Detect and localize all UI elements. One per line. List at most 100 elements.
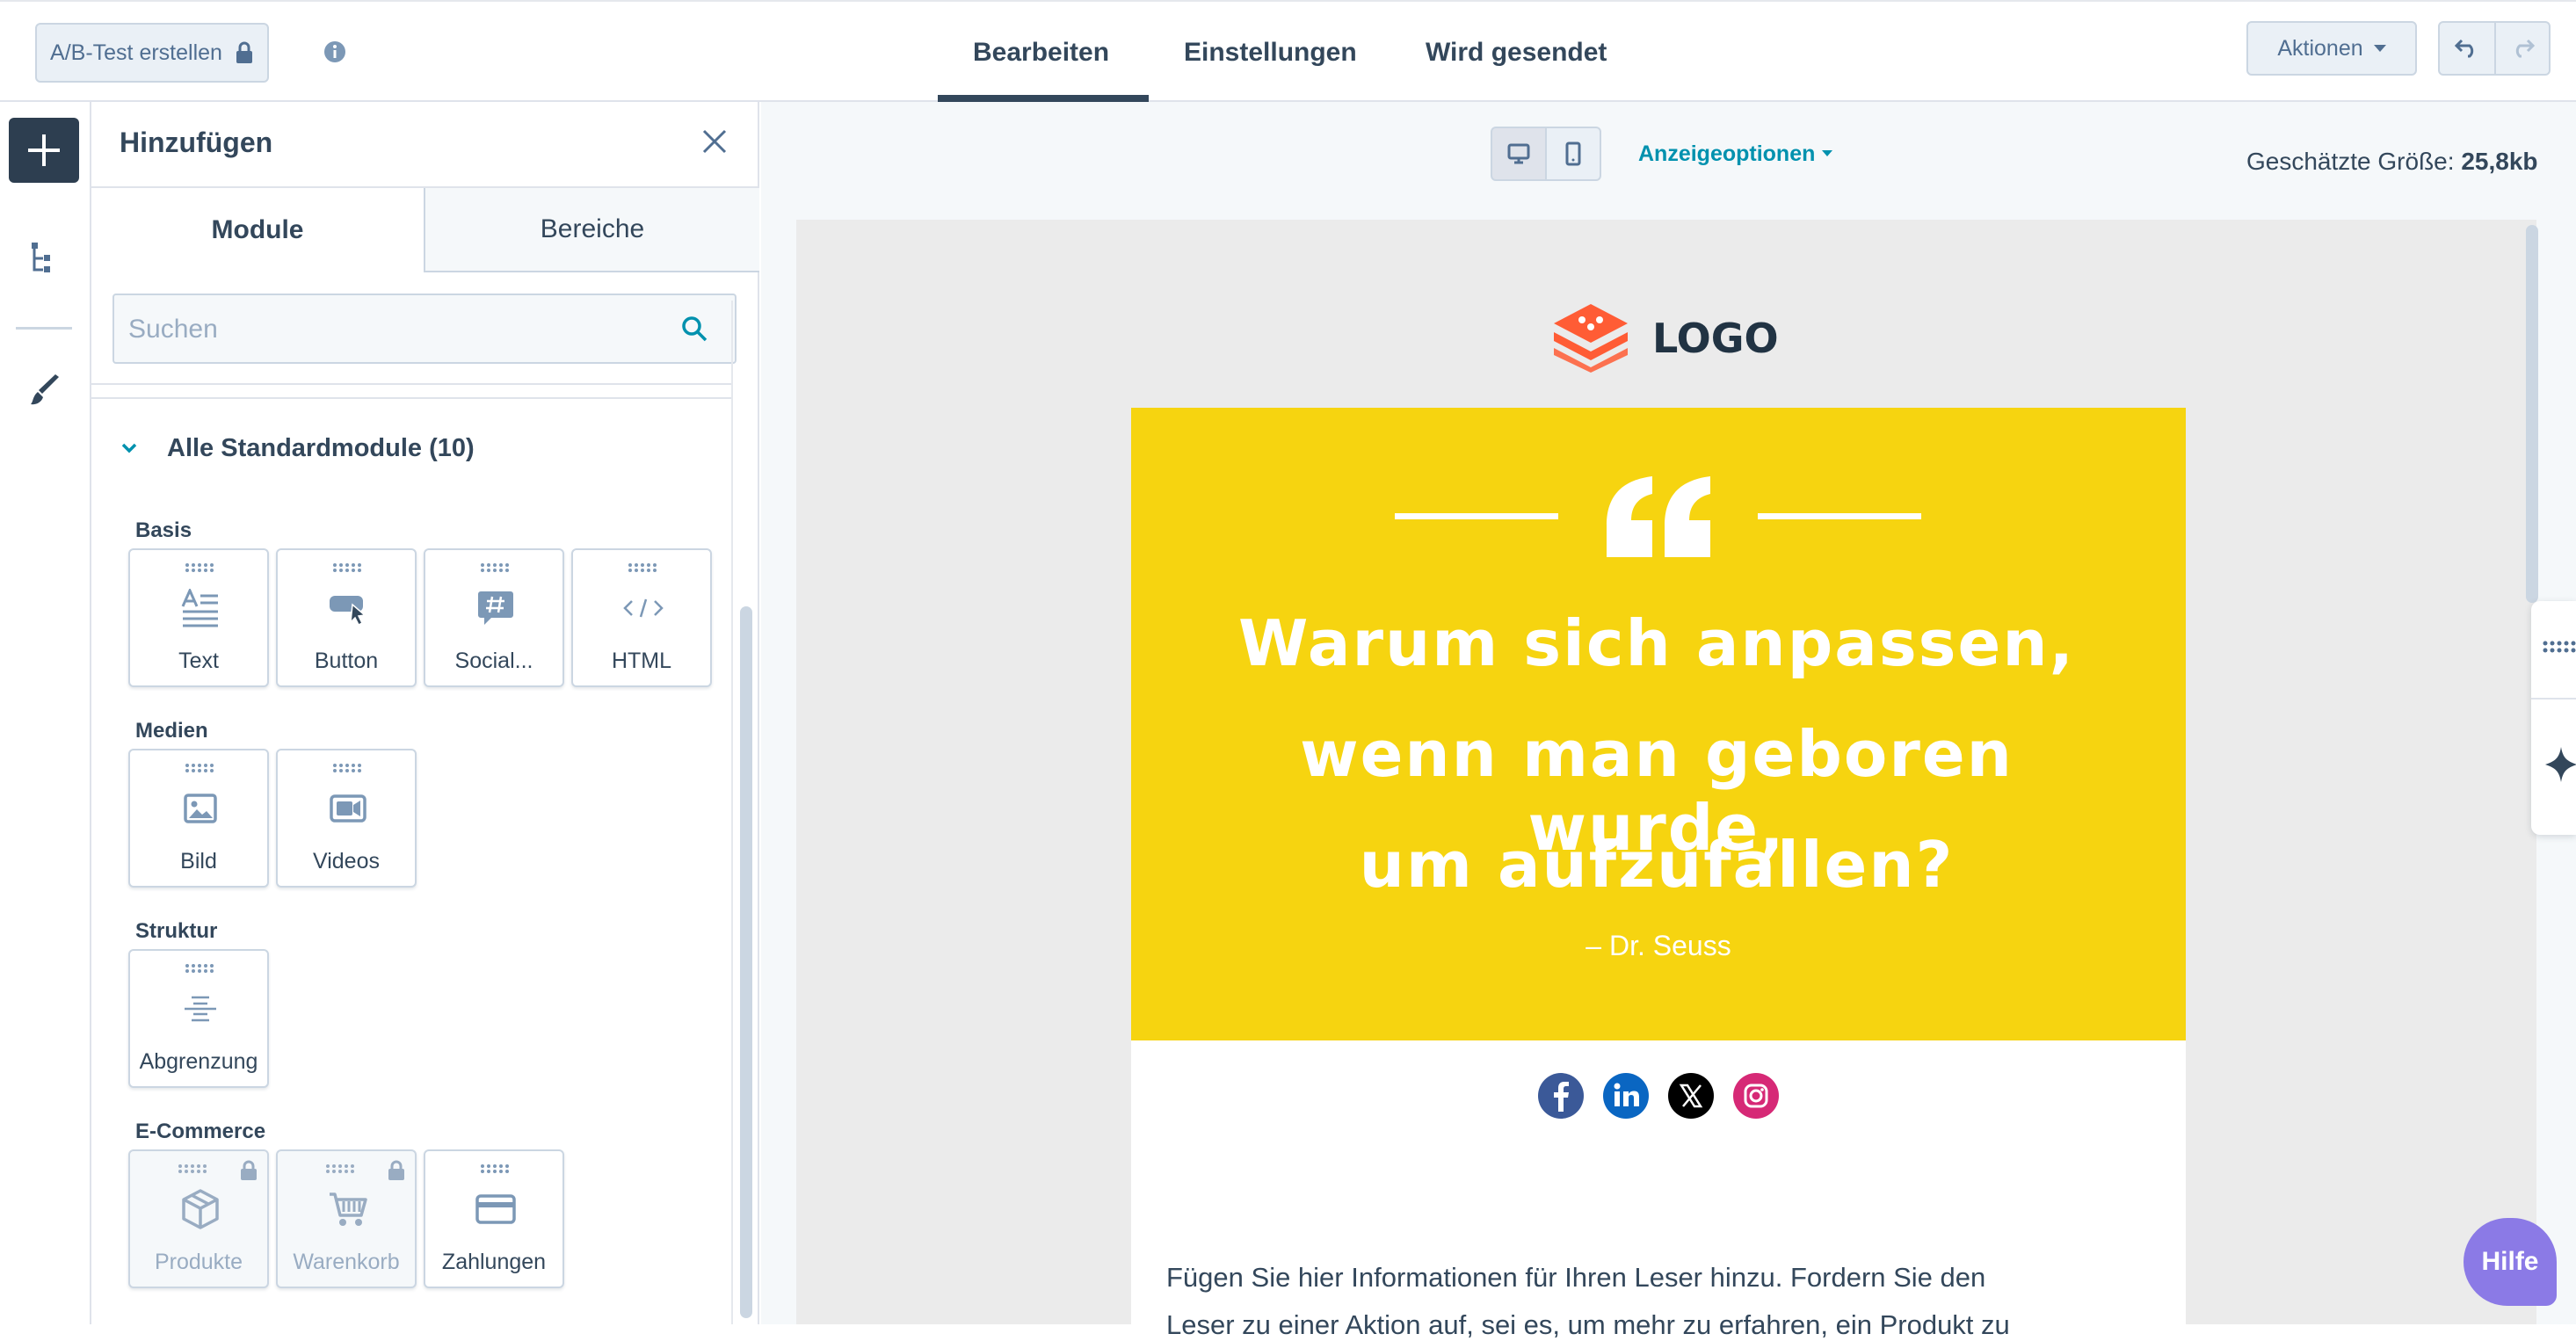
rail-divider — [16, 327, 72, 330]
social-icon — [471, 584, 520, 633]
brush-icon[interactable] — [30, 374, 62, 406]
module-card-zahlungen[interactable]: Zahlungen — [424, 1149, 564, 1288]
html-icon — [619, 584, 668, 633]
ab-test-button[interactable]: A/B-Test erstellen — [35, 23, 269, 83]
module-card-abgrenzung[interactable]: Abgrenzung — [128, 949, 269, 1088]
close-icon[interactable] — [701, 128, 728, 155]
cart-icon — [323, 1185, 373, 1234]
tab-wird-gesendet[interactable]: Wird gesendet — [1426, 30, 1607, 76]
email-body-text-line-2: Leser zu einer Aktion auf, sei es, um me… — [1166, 1309, 2010, 1340]
actions-label: Aktionen — [2277, 35, 2363, 61]
drag-handle-icon — [326, 1164, 354, 1173]
group-label-ecommerce: E-Commerce — [135, 1120, 266, 1143]
tab-bereiche[interactable]: Bereiche — [425, 188, 759, 272]
toolbar-divider — [2531, 698, 2576, 699]
module-card-social[interactable]: Social... — [424, 548, 564, 687]
module-label: Social... — [454, 649, 533, 673]
add-button[interactable] — [9, 118, 79, 183]
panel-title: Hinzufügen — [120, 127, 273, 158]
module-card-produkte[interactable]: Produkte — [128, 1149, 269, 1288]
product-icon — [176, 1185, 225, 1234]
email-logo[interactable]: LOGO — [1550, 302, 1779, 374]
desktop-icon — [1507, 143, 1530, 164]
help-label: Hilfe — [2481, 1247, 2539, 1276]
module-label: Zahlungen — [441, 1250, 547, 1274]
tab-bearbeiten[interactable]: Bearbeiten — [973, 30, 1109, 76]
left-rail — [0, 102, 91, 1324]
right-floating-toolbar — [2531, 601, 2576, 835]
sparkle-icon[interactable] — [2543, 747, 2576, 782]
info-icon[interactable] — [323, 40, 346, 63]
search-input[interactable]: Suchen — [112, 294, 737, 364]
display-options-dropdown[interactable]: Anzeigeoptionen — [1638, 141, 1833, 167]
quote-author: – Dr. Seuss — [1586, 930, 1731, 961]
help-button[interactable]: Hilfe — [2464, 1218, 2557, 1306]
module-card-text[interactable]: Text — [128, 548, 269, 687]
undo-button[interactable] — [2438, 21, 2496, 76]
actions-dropdown[interactable]: Aktionen — [2246, 21, 2417, 76]
redo-icon — [2510, 39, 2535, 58]
x-icon[interactable] — [1668, 1073, 1714, 1119]
logo-cube-icon — [1550, 302, 1631, 374]
image-icon — [176, 784, 225, 833]
drag-handle-icon — [185, 964, 214, 973]
drag-grip-icon[interactable] — [2542, 640, 2576, 654]
module-label: Text — [178, 649, 219, 673]
drag-handle-icon — [185, 764, 214, 772]
caret-down-icon — [1822, 150, 1833, 157]
linkedin-icon[interactable] — [1603, 1073, 1649, 1119]
caret-down-icon — [2373, 45, 2386, 52]
chevron-down-icon — [121, 443, 137, 453]
drag-handle-icon — [333, 563, 361, 572]
search-placeholder: Suchen — [128, 315, 218, 344]
tree-icon[interactable] — [30, 241, 58, 276]
module-label: Produkte — [154, 1250, 243, 1274]
mobile-icon — [1565, 141, 1581, 166]
module-card-bild[interactable]: Bild — [128, 749, 269, 888]
quote-line-1: Warum sich anpassen, — [1238, 606, 2075, 680]
drag-handle-icon — [481, 1164, 509, 1173]
top-bar: A/B-Test erstellen Bearbeiten Einstellun… — [0, 0, 2576, 102]
quote-rule-left — [1395, 513, 1558, 519]
drag-handle-icon — [333, 764, 361, 772]
preview-scrollbar-thumb[interactable] — [2526, 225, 2538, 603]
module-card-html[interactable]: HTML — [571, 548, 712, 687]
payment-icon — [471, 1185, 520, 1234]
search-icon[interactable] — [680, 315, 708, 343]
quote-line-3: um aufzufallen? — [1359, 828, 1955, 902]
scroll-fade-divider — [91, 383, 731, 385]
module-label: Videos — [313, 849, 380, 873]
panel-scrollbar-thumb[interactable] — [740, 606, 752, 1318]
group-label-medien: Medien — [135, 719, 208, 743]
display-options-label: Anzeigeoptionen — [1638, 141, 1816, 166]
panel-scrollbar-track — [731, 301, 733, 1324]
mobile-preview-toggle[interactable] — [1545, 127, 1601, 181]
module-label: Abgrenzung — [139, 1049, 258, 1074]
quote-mark-icon — [1600, 475, 1717, 557]
tab-module[interactable]: Module — [91, 188, 425, 272]
size-value: 25,8kb — [2461, 148, 2538, 175]
module-card-warenkorb[interactable]: Warenkorb — [276, 1149, 417, 1288]
section-top-border — [91, 397, 731, 399]
tab-einstellungen[interactable]: Einstellungen — [1184, 30, 1357, 76]
drag-handle-icon — [481, 563, 509, 572]
estimated-size: Geschätzte Größe: 25,8kb — [2246, 148, 2538, 176]
ab-test-label: A/B-Test erstellen — [50, 40, 222, 65]
video-icon — [323, 784, 373, 833]
facebook-icon[interactable] — [1538, 1073, 1584, 1119]
redo-button[interactable] — [2494, 21, 2551, 76]
group-label-struktur: Struktur — [135, 919, 218, 943]
section-header[interactable]: Alle Standardmodule (10) — [121, 431, 475, 466]
divider-icon — [176, 984, 225, 1033]
desktop-preview-toggle[interactable] — [1491, 127, 1547, 181]
size-label: Geschätzte Größe: — [2246, 148, 2455, 175]
lock-icon — [235, 41, 254, 64]
tab-module-label: Module — [211, 215, 304, 244]
lock-icon — [388, 1160, 404, 1180]
text-icon — [176, 584, 225, 633]
active-tab-indicator — [938, 95, 1149, 102]
instagram-icon[interactable] — [1733, 1073, 1779, 1119]
quote-rule-right — [1758, 513, 1921, 519]
module-card-button[interactable]: Button — [276, 548, 417, 687]
module-card-videos[interactable]: Videos — [276, 749, 417, 888]
